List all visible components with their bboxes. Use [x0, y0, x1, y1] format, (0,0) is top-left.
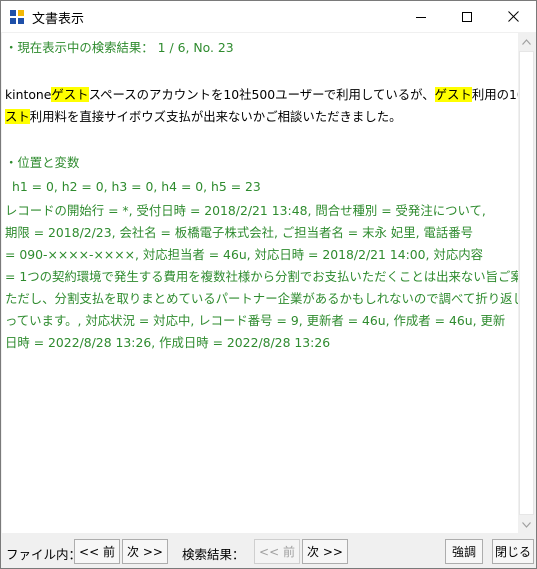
file-next-button[interactable]: 次 >>	[122, 539, 168, 564]
record-line: = 090-××××-××××, 対応担当者 = 46u, 対応日時 = 201…	[5, 247, 483, 262]
body-text-segment: kintone	[5, 87, 52, 102]
search-prev-button[interactable]: << 前	[254, 539, 300, 564]
title-bar[interactable]: 文書表示	[1, 1, 536, 32]
document-text-area[interactable]: ・現在表示中の検索結果： 1 / 6, No. 23 kintoneゲストスペー…	[2, 33, 518, 533]
search-status-sep: ,	[185, 40, 190, 55]
maximize-icon	[462, 11, 472, 22]
search-status-label: ・現在表示中の検索結果：	[5, 40, 154, 55]
vertical-scrollbar[interactable]	[518, 33, 535, 533]
heading-positions: h1 = 0, h2 = 0, h3 = 0, h4 = 0, h5 = 23	[12, 179, 261, 194]
app-grid-icon	[10, 10, 24, 24]
chevron-up-icon	[522, 38, 531, 45]
search-highlight: ゲスト	[51, 87, 89, 102]
close-button[interactable]: 閉じる	[492, 539, 534, 564]
chevron-down-icon	[522, 521, 531, 528]
body-text-segment: 利用の10社から	[471, 87, 518, 102]
file-prev-button[interactable]: << 前	[74, 539, 120, 564]
scroll-down-button[interactable]	[518, 516, 535, 533]
record-line: レコードの開始行 = *, 受付日時 = 2018/2/21 13:48, 問合…	[5, 203, 486, 218]
search-status-line: ・現在表示中の検索結果： 1 / 6, No. 23	[5, 37, 234, 59]
body-text-segment: 利用料を直接サイボウズ支払が出来ないかご相談いただきました。	[29, 109, 402, 124]
scroll-up-button[interactable]	[518, 33, 535, 50]
record-line: 日時 = 2022/8/28 13:26, 作成日時 = 2022/8/28 1…	[5, 335, 331, 350]
minimize-button[interactable]	[398, 1, 444, 32]
document-viewer-window: 文書表示 ・現在表示中の検索結果： 1 / 6, No. 23 kintoneゲ…	[0, 0, 537, 569]
close-window-button[interactable]	[490, 1, 536, 32]
record-line: ただし、分割支払を取りまとめているパートナー企業があるかもしれないので調べて折り…	[5, 291, 518, 306]
search-nav-label: 検索結果：	[182, 547, 245, 562]
file-nav-label: ファイル内：	[6, 547, 82, 562]
search-next-button[interactable]: 次 >>	[302, 539, 348, 564]
search-highlight: ゲスト	[434, 87, 472, 102]
search-status-number: No. 23	[193, 40, 234, 55]
record-line: っています。, 対応状況 = 対応中, レコード番号 = 9, 更新者 = 46…	[5, 313, 506, 328]
close-icon	[507, 11, 519, 22]
maximize-button[interactable]	[444, 1, 490, 32]
emphasize-button[interactable]: 強調	[445, 539, 483, 564]
search-status-position: 1 / 6	[157, 40, 186, 55]
body-text-line: kintoneゲストスペースのアカウントを10社500ユーザーで利用しているが、…	[5, 84, 518, 106]
record-line: = 1つの契約環境で発生する費用を複数社様から分割でお支払いただくことは出来ない…	[5, 269, 518, 284]
bottom-toolbar: ファイル内： << 前 次 >> 検索結果： << 前 次 >> 強調 閉じる	[1, 535, 536, 568]
body-text-segment: スペースのアカウントを10社500ユーザーで利用しているが、	[88, 87, 435, 102]
minimize-icon	[416, 16, 426, 18]
search-highlight: スト	[5, 109, 30, 124]
body-text-line: スト利用料を直接サイボウズ支払が出来ないかご相談いただきました。	[5, 106, 402, 128]
scroll-thumb[interactable]	[519, 51, 534, 515]
variables-heading: ・位置と変数	[5, 155, 80, 170]
record-line: 期限 = 2018/2/23, 会社名 = 板橋電子株式会社, ご担当者名 = …	[5, 225, 474, 240]
window-title: 文書表示	[32, 12, 85, 27]
